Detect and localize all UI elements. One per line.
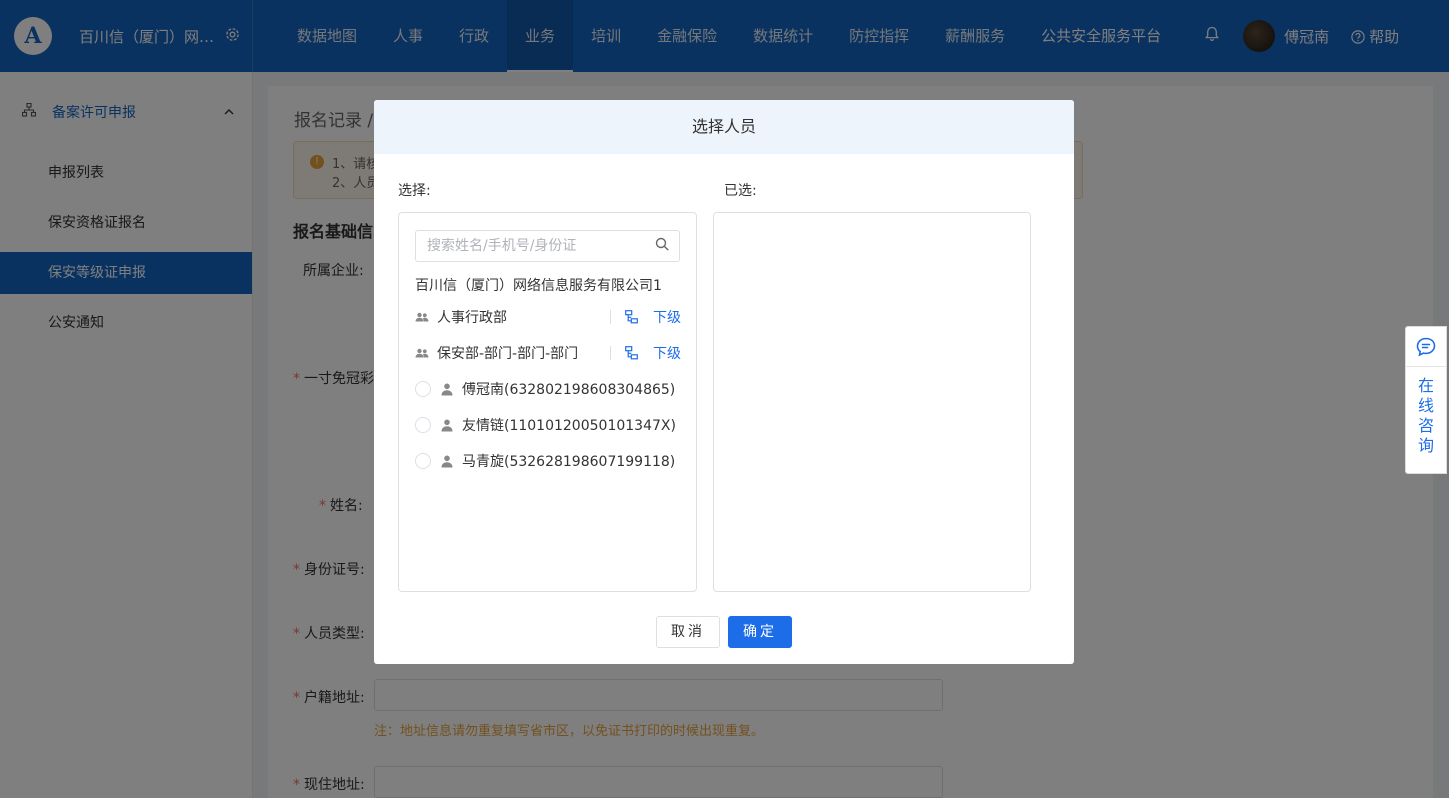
search-input[interactable] [416,231,641,261]
dept-row: 保安部-部门-部门-部门 下级 [415,341,681,365]
subordinate-button[interactable]: 下级 [625,343,681,363]
divider [610,310,611,324]
divider [610,346,611,360]
org-name: 百川信（厦门）网络信息服务有限公司1 [415,278,662,294]
dept-name: 人事行政部 [437,310,507,326]
select-pane-label: 选择: [398,183,431,199]
dialog-title: 选择人员 [374,100,1074,154]
person-row[interactable]: 傅冠南(632802198608304865) [415,377,675,401]
selected-pane [713,212,1031,592]
tree-icon [625,346,638,360]
chat-icon [1405,327,1447,367]
select-pane: 百川信（厦门）网络信息服务有限公司1 人事行政部 下级 保安部-部门-部门-部门 [398,212,697,592]
subordinate-label: 下级 [653,310,681,326]
person-label: 傅冠南(632802198608304865) [462,382,676,398]
person-icon [441,419,453,432]
person-row[interactable]: 友情链(11010120050101347X) [415,413,676,437]
person-radio[interactable] [415,453,431,469]
person-icon [441,383,453,396]
person-icon [441,455,453,468]
cancel-button[interactable]: 取消 [656,616,720,648]
confirm-button[interactable]: 确定 [728,616,792,648]
subordinate-label: 下级 [653,346,681,362]
online-consult-widget[interactable]: 在线咨询 [1405,326,1447,474]
search-icon[interactable] [655,237,669,255]
person-radio[interactable] [415,381,431,397]
selected-pane-label: 已选: [724,183,757,199]
group-icon [415,312,431,322]
select-person-dialog: 选择人员 选择: 已选: 百川信（厦门）网络信息服务有限公司1 人事行政部 下级 [374,100,1074,664]
dept-name: 保安部-部门-部门-部门 [437,346,579,362]
tree-icon [625,310,638,324]
search-box [415,230,680,262]
consult-label: 在线咨询 [1417,376,1434,455]
subordinate-button[interactable]: 下级 [625,307,681,327]
person-radio[interactable] [415,417,431,433]
group-icon [415,348,431,358]
dept-row: 人事行政部 下级 [415,305,681,329]
person-row[interactable]: 马青旋(532628198607199118) [415,449,675,473]
person-label: 马青旋(532628198607199118) [462,454,676,470]
person-label: 友情链(11010120050101347X) [462,418,676,434]
